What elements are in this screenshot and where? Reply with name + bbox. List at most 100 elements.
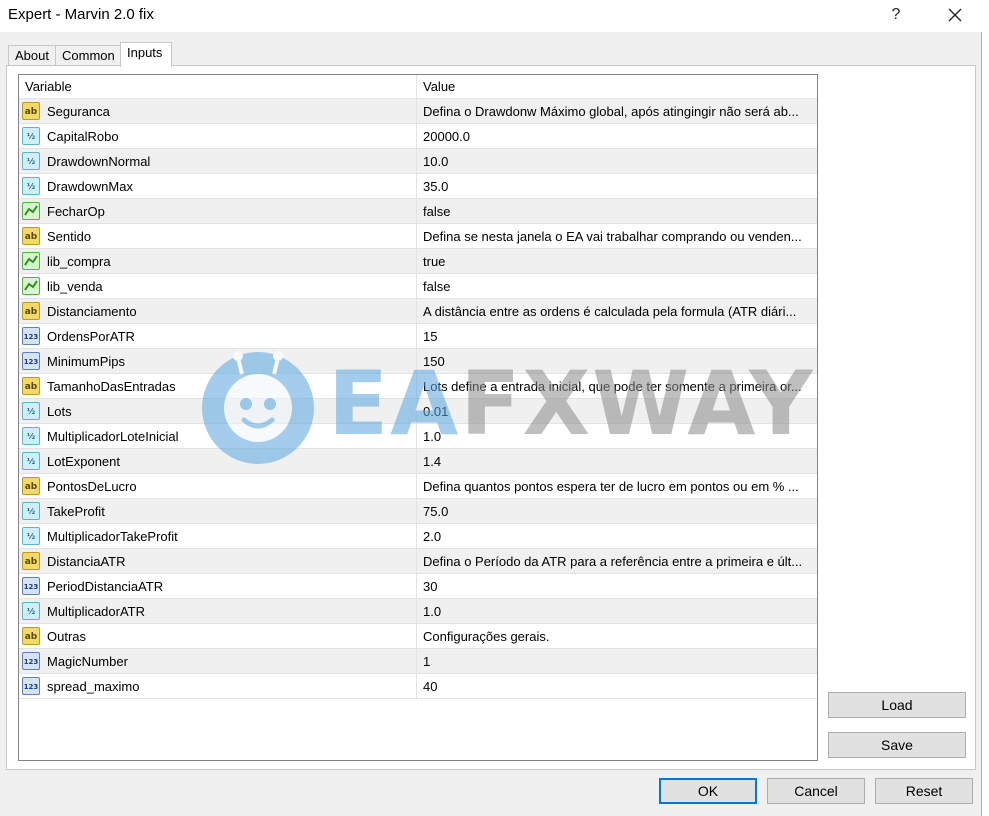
type-half-icon: ½ bbox=[22, 427, 40, 445]
variable-value[interactable]: false bbox=[423, 274, 813, 299]
variable-value[interactable]: 150 bbox=[423, 349, 813, 374]
variable-value[interactable]: false bbox=[423, 199, 813, 224]
table-row[interactable]: 123 MagicNumber 1 bbox=[19, 649, 817, 674]
type-int-icon: 123 bbox=[22, 677, 40, 695]
table-row[interactable]: ½ MultiplicadorLoteInicial 1.0 bbox=[19, 424, 817, 449]
variable-name: spread_maximo bbox=[47, 679, 140, 694]
table-row[interactable]: ½ MultiplicadorTakeProfit 2.0 bbox=[19, 524, 817, 549]
table-row[interactable]: 123 MinimumPips 150 bbox=[19, 349, 817, 374]
save-button[interactable]: Save bbox=[828, 732, 966, 758]
table-row[interactable]: FecharOp false bbox=[19, 199, 817, 224]
table-row[interactable]: lib_compra true bbox=[19, 249, 817, 274]
table-row[interactable]: ab Distanciamento A distância entre as ord… bbox=[19, 299, 817, 324]
column-divider bbox=[416, 174, 417, 199]
column-divider bbox=[416, 324, 417, 349]
variable-name: PontosDeLucro bbox=[47, 479, 137, 494]
variable-value[interactable]: Defina quantos pontos espera ter de lucr… bbox=[423, 474, 813, 499]
column-divider bbox=[416, 124, 417, 149]
variable-name: DistanciaATR bbox=[47, 554, 126, 569]
load-button[interactable]: Load bbox=[828, 692, 966, 718]
table-row[interactable]: 123 spread_maximo 40 bbox=[19, 674, 817, 699]
help-button[interactable]: ? bbox=[876, 0, 916, 30]
column-divider bbox=[416, 549, 417, 574]
column-divider bbox=[416, 349, 417, 374]
column-divider bbox=[416, 149, 417, 174]
column-divider bbox=[416, 499, 417, 524]
variable-value[interactable]: A distância entre as ordens é calculada … bbox=[423, 299, 813, 324]
column-header-value[interactable]: Value bbox=[417, 75, 817, 99]
variable-value[interactable]: 75.0 bbox=[423, 499, 813, 524]
type-int-icon: 123 bbox=[22, 327, 40, 345]
reset-button[interactable]: Reset bbox=[875, 778, 973, 804]
variable-value[interactable]: 1.4 bbox=[423, 449, 813, 474]
type-bool-icon bbox=[22, 202, 40, 220]
grid-header: Variable Value bbox=[19, 75, 817, 99]
type-int-icon: 123 bbox=[22, 652, 40, 670]
close-icon bbox=[948, 8, 962, 22]
table-row[interactable]: 123 PeriodDistanciaATR 30 bbox=[19, 574, 817, 599]
table-row[interactable]: ½ DrawdownNormal 10.0 bbox=[19, 149, 817, 174]
variable-value[interactable]: 20000.0 bbox=[423, 124, 813, 149]
table-row[interactable]: ½ CapitalRobo 20000.0 bbox=[19, 124, 817, 149]
variable-value[interactable]: Defina se nesta janela o EA vai trabalha… bbox=[423, 224, 813, 249]
table-row[interactable]: ½ LotExponent 1.4 bbox=[19, 449, 817, 474]
close-button[interactable] bbox=[932, 0, 978, 30]
table-row[interactable]: ½ Lots 0.01 bbox=[19, 399, 817, 424]
table-row[interactable]: ab PontosDeLucro Defina quantos pontos esp… bbox=[19, 474, 817, 499]
variable-value[interactable]: 0.01 bbox=[423, 399, 813, 424]
inputs-grid[interactable]: Variable Value ab Seguranca Defina o Drawd… bbox=[18, 74, 818, 761]
type-int-icon: 123 bbox=[22, 577, 40, 595]
variable-name: FecharOp bbox=[47, 204, 105, 219]
variable-name: MultiplicadorTakeProfit bbox=[47, 529, 178, 544]
variable-value[interactable]: 2.0 bbox=[423, 524, 813, 549]
variable-value[interactable]: Defina o Drawdonw Máximo global, após at… bbox=[423, 99, 813, 124]
tab-common[interactable]: Common bbox=[55, 45, 121, 67]
dialog-body: About Common Inputs Variable Value ab Seg… bbox=[0, 32, 989, 816]
table-row[interactable]: 123 OrdensPorATR 15 bbox=[19, 324, 817, 349]
variable-value[interactable]: 10.0 bbox=[423, 149, 813, 174]
table-row[interactable]: lib_venda false bbox=[19, 274, 817, 299]
variable-value[interactable]: 1.0 bbox=[423, 424, 813, 449]
variable-value[interactable]: Configurações gerais. bbox=[423, 624, 813, 649]
variable-value[interactable]: Defina o Período da ATR para a referênci… bbox=[423, 549, 813, 574]
variable-value[interactable]: 1.0 bbox=[423, 599, 813, 624]
grid-rows: ab Seguranca Defina o Drawdonw Máximo glob… bbox=[19, 99, 817, 699]
variable-value[interactable]: 30 bbox=[423, 574, 813, 599]
variable-value[interactable]: Lots define a entrada inicial, que pode … bbox=[423, 374, 813, 399]
window-title: Expert - Marvin 2.0 fix bbox=[8, 6, 154, 23]
column-header-variable[interactable]: Variable bbox=[19, 75, 417, 99]
tab-about[interactable]: About bbox=[8, 45, 56, 67]
type-int-icon: 123 bbox=[22, 352, 40, 370]
ok-button[interactable]: OK bbox=[659, 778, 757, 804]
table-row[interactable]: ab Outras Configurações gerais. bbox=[19, 624, 817, 649]
column-divider bbox=[416, 249, 417, 274]
table-row[interactable]: ab Sentido Defina se nesta janela o EA vai… bbox=[19, 224, 817, 249]
column-divider bbox=[416, 274, 417, 299]
table-row[interactable]: ab TamanhoDasEntradas Lots define a entrad… bbox=[19, 374, 817, 399]
column-divider bbox=[416, 199, 417, 224]
variable-name: lib_compra bbox=[47, 254, 111, 269]
column-divider bbox=[416, 424, 417, 449]
variable-value[interactable]: 15 bbox=[423, 324, 813, 349]
cancel-button[interactable]: Cancel bbox=[767, 778, 865, 804]
table-row[interactable]: ½ MultiplicadorATR 1.0 bbox=[19, 599, 817, 624]
variable-name: DrawdownNormal bbox=[47, 154, 151, 169]
variable-name: MultiplicadorATR bbox=[47, 604, 146, 619]
tab-inputs[interactable]: Inputs bbox=[120, 42, 172, 67]
table-row[interactable]: ab Seguranca Defina o Drawdonw Máximo glob… bbox=[19, 99, 817, 124]
type-ab-icon: ab bbox=[22, 377, 40, 395]
table-row[interactable]: ½ DrawdownMax 35.0 bbox=[19, 174, 817, 199]
type-half-icon: ½ bbox=[22, 602, 40, 620]
variable-value[interactable]: true bbox=[423, 249, 813, 274]
table-row[interactable]: ab DistanciaATR Defina o Período da ATR pa… bbox=[19, 549, 817, 574]
variable-value[interactable]: 35.0 bbox=[423, 174, 813, 199]
variable-name: CapitalRobo bbox=[47, 129, 119, 144]
column-divider bbox=[416, 624, 417, 649]
variable-value[interactable]: 40 bbox=[423, 674, 813, 699]
type-ab-icon: ab bbox=[22, 102, 40, 120]
variable-value[interactable]: 1 bbox=[423, 649, 813, 674]
table-row[interactable]: ½ TakeProfit 75.0 bbox=[19, 499, 817, 524]
type-bool-icon bbox=[22, 252, 40, 270]
inputs-panel: Variable Value ab Seguranca Defina o Drawd… bbox=[6, 65, 976, 770]
variable-name: OrdensPorATR bbox=[47, 329, 135, 344]
